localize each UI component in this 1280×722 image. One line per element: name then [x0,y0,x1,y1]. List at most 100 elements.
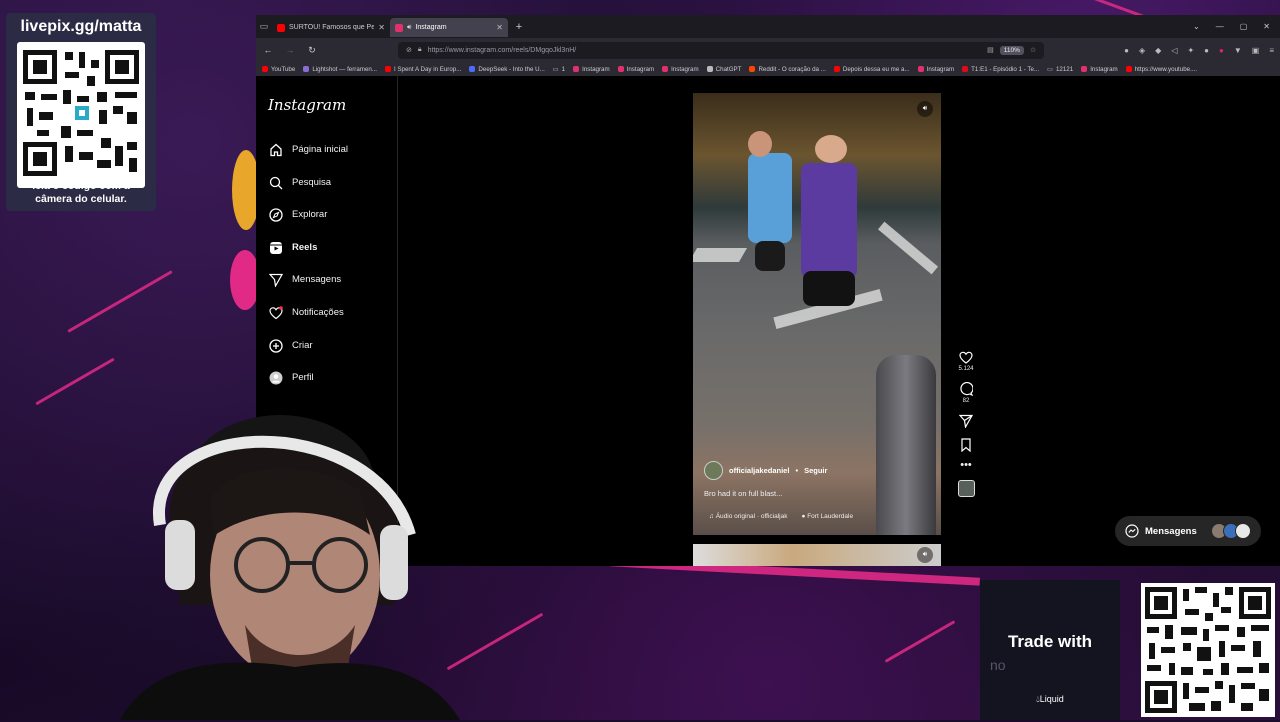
bookmark-folder[interactable]: ▭ 1 [553,66,565,73]
comment-button[interactable]: 82 [959,382,973,404]
bookmark-item[interactable]: Lightshot — ferramen... [303,66,377,73]
reel-video[interactable]: 🔊︎ officialjakedaniel • Seguir Bro had i… [693,93,941,535]
message-avatars [1211,523,1251,539]
maximize-icon[interactable]: ▢ [1240,22,1248,31]
extension-icon[interactable]: ● [1219,46,1224,55]
bookmark-star-icon[interactable]: ☆ [1030,46,1036,54]
bookmark-item[interactable]: YouTube [262,66,295,73]
author-avatar[interactable] [704,461,723,480]
next-reel-preview[interactable]: 🔊︎ [693,544,941,566]
nav-notifications[interactable]: Notificações [268,305,344,320]
messages-button[interactable]: Mensagens [1115,516,1261,546]
separator-dot: • [795,466,799,475]
follow-button[interactable]: Seguir [804,466,827,475]
speaker-icon[interactable]: 🔊︎ [407,24,411,32]
bookmark-item[interactable]: ChatGPT [706,65,742,73]
bookmark-label: I Spent A Day in Europ... [393,65,462,73]
bookmark-favicon-icon [573,66,580,72]
close-tab-icon[interactable]: ✕ [378,23,385,32]
nav-create[interactable]: Criar [268,338,313,353]
back-icon[interactable]: ← [262,45,274,55]
nav-messages[interactable]: Mensagens [268,272,341,287]
lock-icon[interactable]: 🔒︎ [418,46,422,54]
nav-explore[interactable]: Explorar [268,207,327,222]
bookmark-label: Instagram [1090,65,1118,73]
nav-toolbar: ← → ↻ ⊘ 🔒︎ https://www.instagram.com/ree… [256,38,1280,62]
bookmark-item[interactable]: Instagram [662,66,699,73]
share-button[interactable] [959,414,973,428]
extension-icon[interactable]: ● [1124,46,1129,55]
close-tab-icon[interactable]: ✕ [496,23,503,32]
forward-icon[interactable]: → [284,45,296,55]
audio-link[interactable]: ♫ Áudio original · officialjak [709,513,787,520]
bookmark-item[interactable]: Depois dessa eu me a... [833,65,910,73]
minimize-icon[interactable]: — [1216,22,1224,31]
reload-icon[interactable]: ↻ [306,45,318,56]
nav-label: Pesquisa [292,177,332,188]
nav-search[interactable]: Pesquisa [268,175,331,190]
bookmark-item[interactable]: I Spent A Day in Europ... [384,65,462,73]
tab-instagram[interactable]: 🔊︎ Instagram ✕ [390,18,508,37]
ad-title: Trade with [1007,632,1093,651]
qr-code [17,42,145,188]
audio-thumbnail[interactable] [957,480,975,497]
extension-icon[interactable]: ▣ [1252,46,1260,55]
bookmark-item[interactable]: Instagram [573,66,610,73]
bookmark-label: Instagram [926,65,955,73]
bookmark-favicon-icon [1081,66,1088,72]
location-link[interactable]: ● Fort Lauderdale [801,513,853,520]
extension-icon[interactable]: ◈ [1139,46,1145,55]
person-head [815,135,847,163]
bookmark-item[interactable]: Reddit - O coração da ... [749,65,826,73]
tracking-protection-icon[interactable]: ⊘ [406,46,412,54]
bollard-post [876,355,936,535]
volume-icon[interactable]: 🔊︎ [917,101,933,117]
bookmark-item[interactable]: Instagram [917,65,955,73]
shield-icon[interactable]: ◆ [1155,46,1161,55]
bookmark-item[interactable]: DeepSeek - Into the U... [469,65,545,73]
volume-icon[interactable]: 🔊︎ [917,547,933,563]
messages-label: Mensagens [1145,525,1197,537]
compass-icon [268,207,283,222]
tab-overflow-icon[interactable]: ⌄ [1193,22,1200,31]
bookmark-label: ChatGPT [715,65,742,73]
bookmark-label: T1:E1 - Episódio 1 - Te... [971,65,1040,73]
nav-profile[interactable]: Perfil [268,370,314,385]
extension-icon[interactable]: ✦ [1187,46,1194,55]
bookmark-icon [961,438,971,452]
zoom-level[interactable]: 110% [999,45,1024,55]
reel-caption[interactable]: Bro had it on full blast... [704,489,782,498]
author-username[interactable]: officialjakedaniel [729,466,789,475]
address-bar[interactable]: ⊘ 🔒︎ https://www.instagram.com/reels/DMg… [398,41,1045,59]
bookmark-favicon-icon [917,66,924,72]
bookmark-item[interactable]: Instagram [1081,66,1118,73]
tab-youtube[interactable]: SURTOU! Famosos que Perderam ✕ [272,18,390,37]
more-options-icon[interactable]: ••• [960,460,972,471]
nav-home[interactable]: Página inicial [268,142,348,157]
volume-icon[interactable]: ◁ [1171,46,1177,55]
extension-icon[interactable]: ● [1204,46,1209,55]
extensions-area: ● ◈ ◆ ◁ ✦ ● ● ▼ ▣ ≡ [1124,46,1274,55]
menu-icon[interactable]: ≡ [1269,46,1274,55]
instagram-logo[interactable]: Instagram [268,96,346,114]
reader-view-icon[interactable]: ▤ [987,46,994,54]
bookmark-item[interactable]: https://www.youtube.... [1125,66,1197,73]
bookmark-folder[interactable]: ▭ 12121 [1047,66,1073,73]
nav-label: Explorar [292,209,328,220]
folder-icon: ▭ [1047,65,1053,73]
instagram-favicon-icon [395,23,403,32]
person-purple-shirt [801,163,857,278]
bookmark-label: DeepSeek - Into the U... [478,65,545,73]
bookmark-label: Reddit - O coração da ... [758,65,826,73]
new-tab-button[interactable]: + [508,21,530,33]
tab-list-icon[interactable]: ▭ [256,15,272,38]
bookmark-label: Depois dessa eu me a... [842,65,910,73]
location-label: Fort Lauderdale [807,513,854,520]
nav-reels[interactable]: Reels [268,240,317,255]
close-window-icon[interactable]: ✕ [1263,22,1270,31]
like-button[interactable]: 5.124 [958,351,974,372]
bookmark-item[interactable]: Instagram [617,66,654,73]
bookmark-item[interactable]: T1:E1 - Episódio 1 - Te... [962,66,1039,73]
filter-icon[interactable]: ▼ [1234,46,1242,55]
save-button[interactable] [960,438,972,452]
